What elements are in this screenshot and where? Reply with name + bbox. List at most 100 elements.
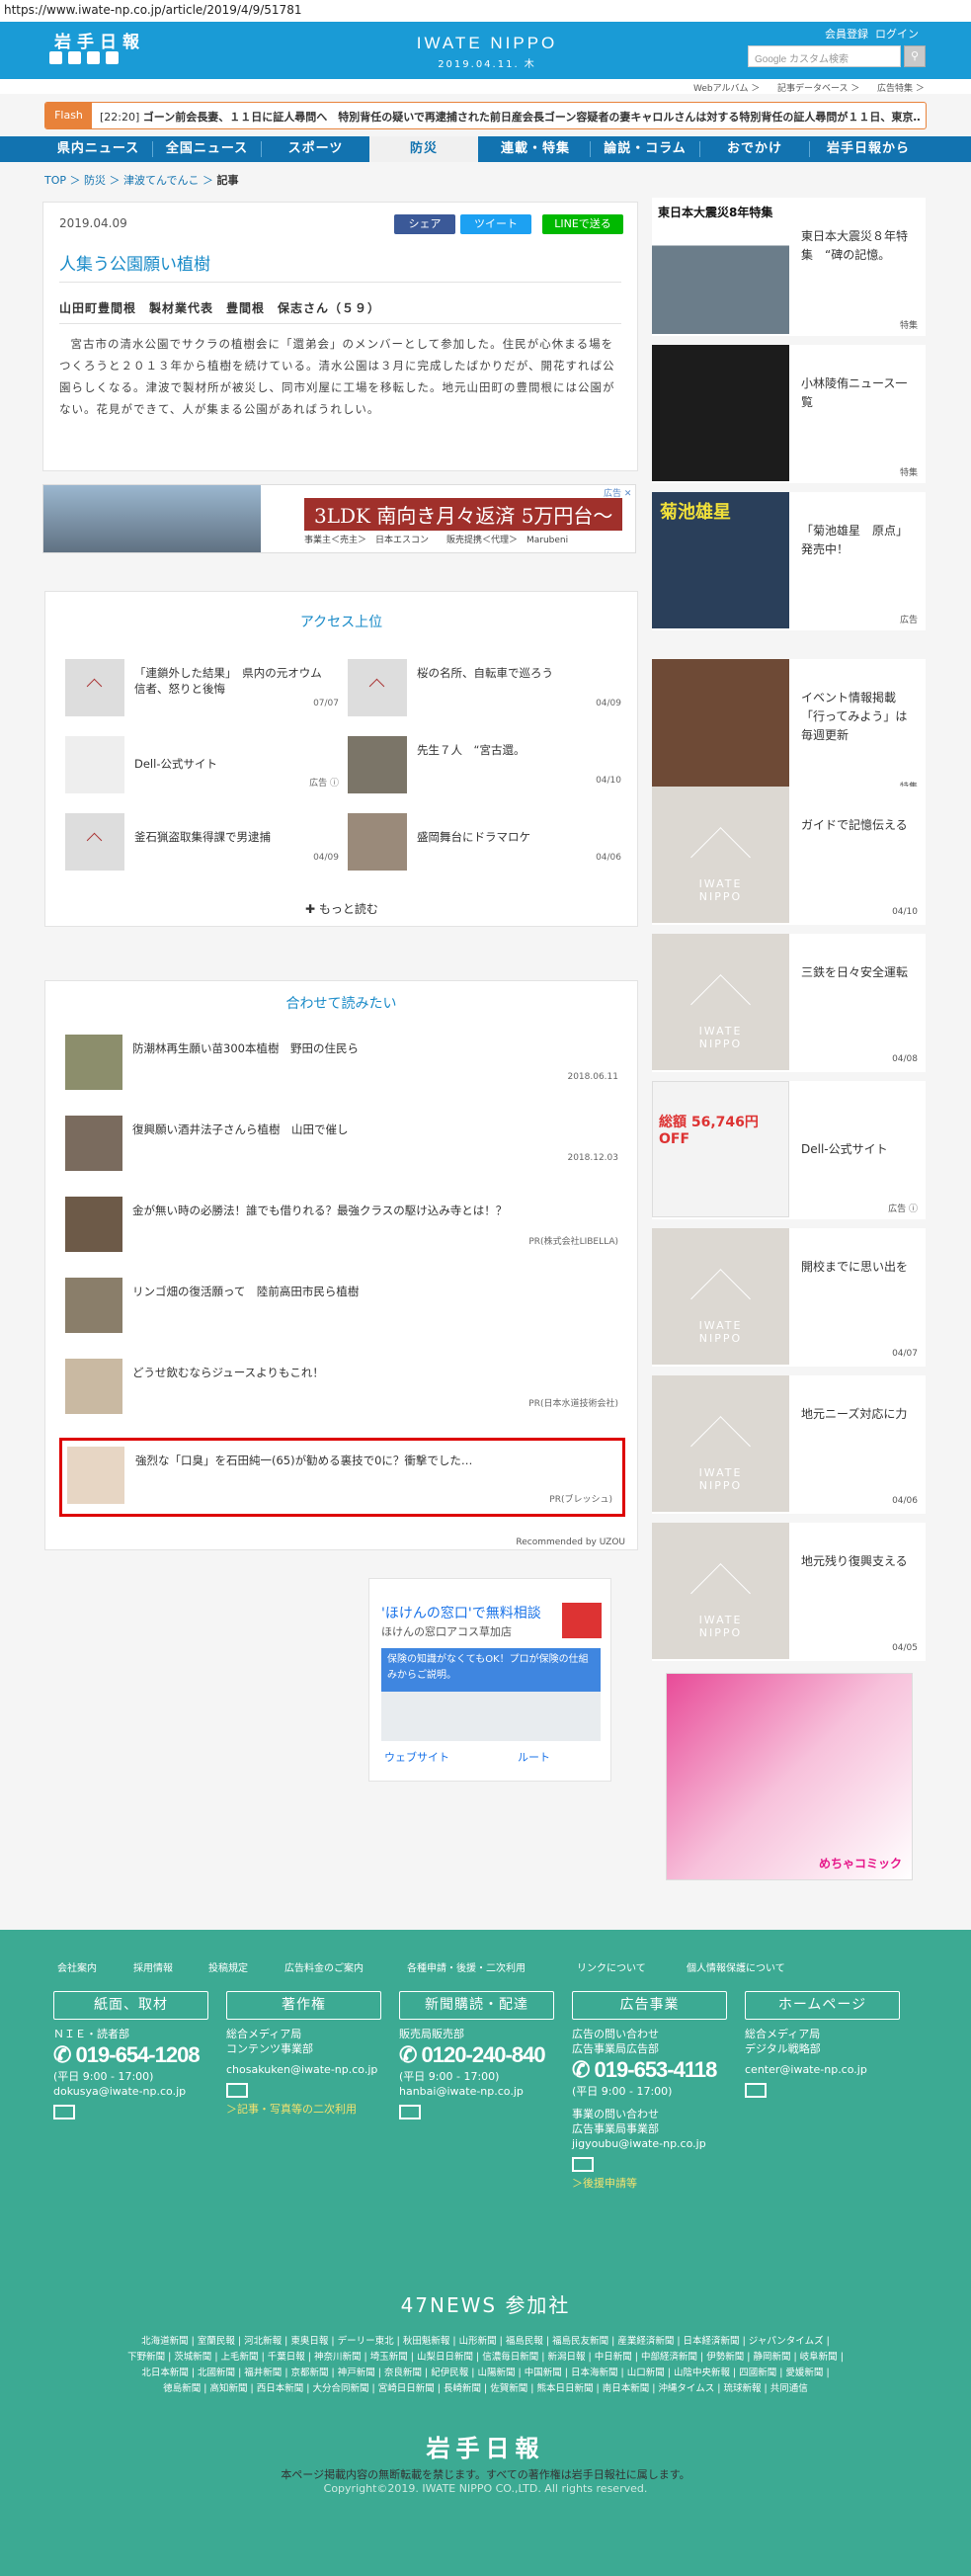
footer-link[interactable]: 投稿規定 — [208, 1959, 248, 1974]
phone-number[interactable]: ✆ 0120-240-840 — [399, 2041, 562, 2069]
nav-editorial[interactable]: 論説・コラム — [591, 136, 699, 162]
footer-box[interactable]: 著作権 — [226, 1991, 381, 2020]
article-title: 人集う公園願い植樹 — [59, 255, 210, 275]
highlighted-sponsored-item[interactable]: 強烈な「口臭」を石田純一(65)が勧める裏技で0に？衝撃でした… PR(ブレッシ… — [59, 1438, 625, 1517]
flash-news-ticker[interactable]: Flash [22:20] ゴーン前会長妻、１１日に証人尋問へ 特別背任の疑いで… — [44, 102, 927, 129]
partner-list-row[interactable]: 下野新聞 | 茨城新聞 | 上毛新聞 | 千葉日報 | 神奈川新聞 | 埼玉新聞… — [0, 2351, 971, 2364]
footer-box[interactable]: 新聞購読・配達 — [399, 1991, 554, 2020]
related-item[interactable]: 金が無い時の必勝法！誰でも借りれる？最強クラスの駆け込み寺とは！？ PR(株式会社… — [65, 1197, 618, 1266]
sidebar-item[interactable]: 菊池雄星 「菊池雄星 原点」発売中！ 広告 — [652, 492, 926, 630]
facebook-share-button[interactable]: シェア — [394, 214, 455, 234]
footer-box[interactable]: 広告事業 — [572, 1991, 727, 2020]
sidebar-item[interactable]: 開校までに思い出を04/07 — [652, 1228, 926, 1367]
envelope-icon[interactable] — [53, 2105, 75, 2119]
web-album-link[interactable]: Webアルバム ＞ — [693, 81, 760, 94]
nav-from-nippo[interactable]: 岩手日報から — [810, 136, 927, 162]
phone-number[interactable]: ✆ 019-654-1208 — [53, 2041, 216, 2069]
partner-list-row[interactable]: 北海道新聞 | 室蘭民報 | 河北新報 | 東奥日報 | デーリー東北 | 秋田… — [0, 2335, 971, 2348]
footer-col-copyright: 総合メディア局 コンテンツ事業部 chosakuken@iwate-np.co.… — [226, 2028, 378, 2116]
partner-list-row[interactable]: 北日本新聞 | 北國新聞 | 福井新聞 | 京都新聞 | 神戸新聞 | 奈良新聞… — [0, 2367, 971, 2379]
envelope-icon[interactable] — [399, 2105, 421, 2119]
more-button[interactable]: ✚ もっと読む — [45, 900, 638, 917]
nav-local-news[interactable]: 県内ニュース — [44, 136, 152, 162]
ranking-item[interactable]: Dell-公式サイト 広告 ⓘ — [65, 736, 347, 795]
login-link[interactable]: ログイン — [875, 28, 919, 41]
footer-box[interactable]: 紙面、取材 — [53, 1991, 208, 2020]
related-item[interactable]: 防潮林再生願い苗300本植樹 野田の住民ら 2018.06.11 — [65, 1035, 618, 1104]
related-item[interactable]: どうせ飲むならジュースよりもこれ！ PR(日本水道技術会社) — [65, 1359, 618, 1428]
line-icon[interactable] — [87, 51, 100, 64]
footer-col-advertising: 広告の問い合わせ 広告事業局広告部 ✆ 019-653-4118 (平日 9:0… — [572, 2027, 735, 2191]
website-button[interactable]: ウェブサイト — [384, 1749, 449, 1765]
uzou-credit[interactable]: Recommended by UZOU — [516, 1537, 625, 1547]
site-title[interactable]: IWATE NIPPO — [388, 34, 586, 53]
ranking-item[interactable]: 盛岡舞台にドラマロケ 04/06 — [348, 813, 629, 873]
envelope-icon[interactable] — [226, 2083, 248, 2098]
footer-link[interactable]: リンクについて — [577, 1959, 646, 1974]
masthead: 岩手日報 IWATE NIPPO 2019.04.11. 木 会員登録 ログイン… — [0, 22, 971, 79]
ranking-item[interactable]: 先生７人 “宮古還。 04/10 — [348, 736, 629, 795]
comic-ad[interactable]: めちゃコミック — [666, 1673, 913, 1880]
sidebar-item[interactable]: 地元ニーズ対応に力04/06 — [652, 1375, 926, 1514]
member-register-link[interactable]: 会員登録 — [825, 28, 868, 41]
ranking-item[interactable]: 釜石猟盗取集得課で男逮捕 04/09 — [65, 813, 347, 873]
related-title: 合わせて読みたい — [285, 996, 397, 1012]
envelope-icon[interactable] — [745, 2083, 767, 2098]
sidebar-item[interactable]: イベント情報掲載「行ってみよう」は毎週更新特集 — [652, 659, 926, 797]
header-logo[interactable]: 岩手日報 — [54, 28, 145, 52]
twitter-icon[interactable] — [49, 51, 62, 64]
sidebar-item[interactable]: ガイドで記憶伝える04/10 — [652, 787, 926, 925]
breadcrumb-current: 記事 — [216, 174, 239, 187]
nav-outing[interactable]: おでかけ — [700, 136, 809, 162]
sidebar-item[interactable]: 三鉄を日々安全運転04/08 — [652, 934, 926, 1072]
footer-link[interactable]: 広告料金のご案内 — [284, 1959, 364, 1974]
building-image — [43, 485, 261, 552]
ad-choices-icon[interactable]: 広告 ✕ — [604, 486, 631, 499]
flash-text[interactable]: [22:20] ゴーン前会長妻、１１日に証人尋問へ 特別背任の疑いで再逮捕された… — [100, 109, 920, 125]
line-share-button[interactable]: LINEで送る — [542, 214, 623, 234]
footer-logo[interactable]: 岩手日報 — [0, 2429, 971, 2463]
flash-badge: Flash — [45, 103, 92, 128]
footer-col-readers: ＮＩＥ・読者部 ✆ 019-654-1208 (平日 9:00 - 17:00)… — [53, 2027, 216, 2123]
insurance-ad[interactable]: 'ほけんの窓口'で無料相談 ほけんの窓口アコス草加店 保険の知識がなくてもOK！… — [368, 1578, 611, 1782]
nav-national-news[interactable]: 全国ニュース — [153, 136, 261, 162]
footer-link[interactable]: 個人情報保護について — [687, 1959, 785, 1974]
article-body: 宮古市の清水公園でサクラの植樹会に「還弟会」のメンバーとして参加した。住民が心休… — [59, 337, 615, 416]
ranking-title: アクセス上位 — [299, 615, 383, 630]
breadcrumb-disaster[interactable]: 防災 — [84, 174, 106, 187]
search-input[interactable]: Google カスタム検索 — [748, 45, 901, 67]
main-nav: 県内ニュース 全国ニュース スポーツ 防災 連載・特集 論説・コラム おでかけ … — [0, 136, 971, 162]
sidebar-item[interactable]: 総額 56,746円OFF Dell-公式サイト 広告 ⓘ — [652, 1081, 926, 1219]
ranking-item[interactable]: 「連鎖外した結果」 県内の元オウム信者、怒りと後悔 07/07 — [65, 659, 347, 718]
real-estate-ad-banner[interactable]: 3LDK 南向き月々返済 5万円台～ 事業主＜売主＞ 日本エスコン 販売提携＜代… — [42, 484, 636, 553]
phone-number[interactable]: ✆ 019-653-4118 — [572, 2056, 735, 2084]
breadcrumb-top[interactable]: TOP — [44, 174, 66, 187]
article-db-link[interactable]: 記事データベース ＞ — [777, 81, 859, 94]
breadcrumb-tsunami[interactable]: 津波てんでんこ — [123, 174, 199, 187]
twitter-share-button[interactable]: ツイート — [460, 214, 531, 234]
ad-feature-link[interactable]: 広告特集 ＞ — [877, 81, 925, 94]
sidebar-item[interactable]: 地元残り復興支える04/05 — [652, 1523, 926, 1661]
footer-box[interactable]: ホームページ — [745, 1991, 900, 2020]
footer-link[interactable]: 各種申請・後援・二次利用 — [407, 1959, 526, 1974]
sidebar-item[interactable]: 小林陵侑ニュース一覧 特集 — [652, 345, 926, 483]
search-icon[interactable]: ⚲ — [904, 45, 926, 67]
nav-disaster[interactable]: 防災 — [369, 136, 478, 162]
related-item[interactable]: リンゴ畑の復活願って 陸前高田市民ら植樹 — [65, 1278, 618, 1347]
route-button[interactable]: ルート — [518, 1749, 550, 1765]
placeholder-thumbnail — [348, 659, 407, 716]
nav-sports[interactable]: スポーツ — [262, 136, 369, 162]
partner-list-row[interactable]: 徳島新聞 | 高知新聞 | 西日本新聞 | 大分合同新聞 | 宮崎日日新聞 | … — [0, 2382, 971, 2395]
facebook-icon[interactable] — [68, 51, 81, 64]
related-item[interactable]: 復興願い酒井法子さんら植樹 山田で催し 2018.12.03 — [65, 1116, 618, 1185]
envelope-icon[interactable] — [572, 2157, 594, 2172]
site-date: 2019.04.11. 木 — [438, 59, 536, 70]
nav-series[interactable]: 連載・特集 — [481, 136, 590, 162]
ranking-item[interactable]: 桜の名所、自転車で巡ろう 04/09 — [348, 659, 629, 718]
footer-link[interactable]: 会社案内 — [57, 1959, 97, 1974]
sidebar-item[interactable]: 東日本大震災8年特集 東日本大震災８年特集 “碑の記憶。 特集 — [652, 198, 926, 336]
footer-link[interactable]: 採用情報 — [133, 1959, 173, 1974]
instagram-icon[interactable] — [106, 51, 119, 64]
footer: 会社案内 採用情報 投稿規定 広告料金のご案内 各種申請・後援・二次利用 リンク… — [0, 1930, 971, 2576]
flash-headline[interactable]: ゴーン前会長妻、１１日に証人尋問へ 特別背任の疑いで再逮捕された前日産会長ゴーン… — [143, 111, 920, 124]
